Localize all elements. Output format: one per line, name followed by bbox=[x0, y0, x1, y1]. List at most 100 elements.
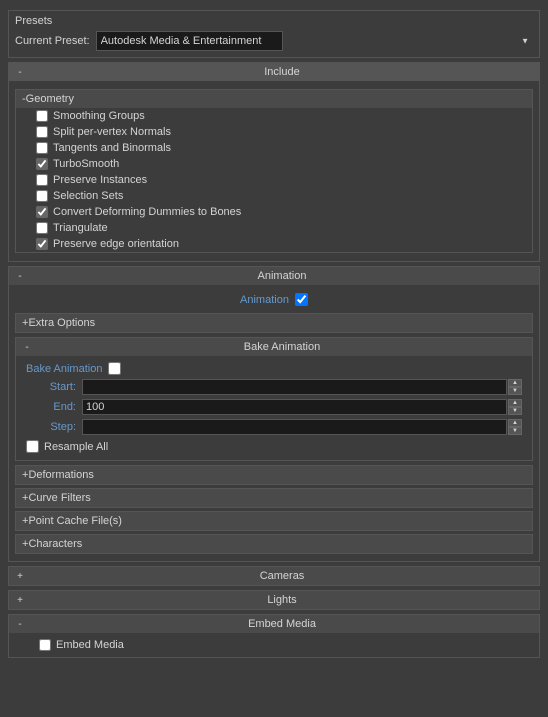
turbosmooth-row: TurboSmooth bbox=[16, 156, 532, 172]
preset-select-wrapper: Autodesk Media & EntertainmentDefaultCus… bbox=[96, 31, 533, 51]
embed-media-header[interactable]: - Embed Media bbox=[9, 615, 539, 633]
step-spinner: ▲ ▼ bbox=[508, 419, 522, 435]
bake-animation-section: - Bake Animation Bake Animation Start: ▲ bbox=[15, 337, 533, 461]
presets-label: Presets bbox=[15, 15, 533, 27]
animation-section: - Animation Animation + Extra Options - … bbox=[8, 266, 540, 562]
end-up-button[interactable]: ▲ bbox=[508, 399, 522, 407]
step-down-button[interactable]: ▼ bbox=[508, 427, 522, 435]
curve-filters-title: Curve Filters bbox=[28, 492, 90, 504]
preserve-edge-row: Preserve edge orientation bbox=[16, 236, 532, 252]
include-section: - Include - Geometry Smoothing Groups Sp bbox=[8, 62, 540, 262]
embed-checkbox-row: Embed Media bbox=[19, 637, 529, 653]
cameras-toggle: + bbox=[15, 571, 25, 582]
characters-title: Characters bbox=[28, 538, 82, 550]
lights-header[interactable]: + Lights bbox=[9, 591, 539, 609]
bake-checkbox-row: Bake Animation bbox=[26, 360, 522, 377]
end-input[interactable] bbox=[82, 399, 507, 415]
split-normals-label: Split per-vertex Normals bbox=[53, 126, 171, 138]
curve-filters-header[interactable]: + Curve Filters bbox=[16, 489, 532, 507]
end-row: End: ▲ ▼ bbox=[26, 397, 522, 417]
include-content: - Geometry Smoothing Groups Split per-ve… bbox=[9, 81, 539, 261]
bake-animation-title: Bake Animation bbox=[38, 341, 526, 353]
convert-dummies-checkbox[interactable] bbox=[36, 206, 48, 218]
cameras-section: + Cameras bbox=[8, 566, 540, 586]
preserve-instances-checkbox[interactable] bbox=[36, 174, 48, 186]
smoothing-groups-label: Smoothing Groups bbox=[53, 110, 145, 122]
bake-toggle: - bbox=[22, 342, 32, 353]
step-label: Step: bbox=[26, 421, 76, 433]
selection-sets-label: Selection Sets bbox=[53, 190, 123, 202]
deformations-header[interactable]: + Deformations bbox=[16, 466, 532, 484]
bake-animation-checkbox[interactable] bbox=[108, 362, 121, 375]
lights-toggle: + bbox=[15, 595, 25, 606]
tangents-label: Tangents and Binormals bbox=[53, 142, 171, 154]
split-normals-checkbox[interactable] bbox=[36, 126, 48, 138]
presets-section: Presets Current Preset: Autodesk Media &… bbox=[8, 10, 540, 58]
geometry-title: Geometry bbox=[26, 93, 74, 105]
selection-sets-row: Selection Sets bbox=[16, 188, 532, 204]
preserve-instances-row: Preserve Instances bbox=[16, 172, 532, 188]
resample-row: Resample All bbox=[26, 437, 522, 456]
convert-dummies-label: Convert Deforming Dummies to Bones bbox=[53, 206, 241, 218]
end-down-button[interactable]: ▼ bbox=[508, 407, 522, 415]
embed-media-label: Embed Media bbox=[56, 639, 124, 651]
smoothing-groups-checkbox[interactable] bbox=[36, 110, 48, 122]
include-title: Include bbox=[31, 66, 533, 78]
current-preset-label: Current Preset: bbox=[15, 35, 90, 47]
cameras-header[interactable]: + Cameras bbox=[9, 567, 539, 585]
preserve-instances-label: Preserve Instances bbox=[53, 174, 147, 186]
geometry-content: Smoothing Groups Split per-vertex Normal… bbox=[16, 108, 532, 252]
bake-content: Bake Animation Start: ▲ ▼ bbox=[16, 356, 532, 460]
point-cache-title: Point Cache File(s) bbox=[28, 515, 122, 527]
animation-toggle: - bbox=[15, 271, 25, 282]
main-panel: Presets Current Preset: Autodesk Media &… bbox=[0, 0, 548, 668]
resample-checkbox[interactable] bbox=[26, 440, 39, 453]
bake-animation-header[interactable]: - Bake Animation bbox=[16, 338, 532, 356]
animation-label: Animation bbox=[240, 294, 289, 306]
include-toggle: - bbox=[15, 67, 25, 78]
turbosmooth-checkbox[interactable] bbox=[36, 158, 48, 170]
end-label: End: bbox=[26, 401, 76, 413]
embed-media-checkbox[interactable] bbox=[39, 639, 51, 651]
cameras-title: Cameras bbox=[31, 570, 533, 582]
start-up-button[interactable]: ▲ bbox=[508, 379, 522, 387]
animation-section-title: Animation bbox=[31, 270, 533, 282]
point-cache-header[interactable]: + Point Cache File(s) bbox=[16, 512, 532, 530]
geometry-header[interactable]: - Geometry bbox=[16, 90, 532, 108]
start-spinner: ▲ ▼ bbox=[508, 379, 522, 395]
animation-checkbox-row: Animation bbox=[9, 289, 539, 310]
extra-options-header[interactable]: + Extra Options bbox=[16, 314, 532, 332]
triangulate-row: Triangulate bbox=[16, 220, 532, 236]
bake-anim-label: Bake Animation bbox=[26, 363, 102, 375]
embed-media-title: Embed Media bbox=[31, 618, 533, 630]
lights-section: + Lights bbox=[8, 590, 540, 610]
step-up-button[interactable]: ▲ bbox=[508, 419, 522, 427]
animation-section-header[interactable]: - Animation bbox=[9, 267, 539, 285]
preset-select[interactable]: Autodesk Media & EntertainmentDefaultCus… bbox=[96, 31, 283, 51]
start-down-button[interactable]: ▼ bbox=[508, 387, 522, 395]
geometry-subsection: - Geometry Smoothing Groups Split per-ve… bbox=[15, 89, 533, 253]
point-cache-section: + Point Cache File(s) bbox=[15, 511, 533, 531]
embed-media-section: - Embed Media Embed Media bbox=[8, 614, 540, 658]
step-input[interactable] bbox=[82, 419, 507, 435]
extra-options-section: + Extra Options bbox=[15, 313, 533, 333]
characters-header[interactable]: + Characters bbox=[16, 535, 532, 553]
triangulate-checkbox[interactable] bbox=[36, 222, 48, 234]
selection-sets-checkbox[interactable] bbox=[36, 190, 48, 202]
curve-filters-section: + Curve Filters bbox=[15, 488, 533, 508]
animation-checkbox[interactable] bbox=[295, 293, 308, 306]
embed-media-toggle: - bbox=[15, 619, 25, 630]
lights-title: Lights bbox=[31, 594, 533, 606]
embed-media-content: Embed Media bbox=[9, 633, 539, 657]
start-input[interactable] bbox=[82, 379, 507, 395]
tangents-checkbox[interactable] bbox=[36, 142, 48, 154]
convert-dummies-row: Convert Deforming Dummies to Bones bbox=[16, 204, 532, 220]
include-header[interactable]: - Include bbox=[9, 63, 539, 81]
step-row: Step: ▲ ▼ bbox=[26, 417, 522, 437]
tangents-row: Tangents and Binormals bbox=[16, 140, 532, 156]
end-spinner: ▲ ▼ bbox=[508, 399, 522, 415]
turbosmooth-label: TurboSmooth bbox=[53, 158, 119, 170]
preserve-edge-checkbox[interactable] bbox=[36, 238, 48, 250]
step-input-wrapper: ▲ ▼ bbox=[82, 419, 522, 435]
start-label: Start: bbox=[26, 381, 76, 393]
